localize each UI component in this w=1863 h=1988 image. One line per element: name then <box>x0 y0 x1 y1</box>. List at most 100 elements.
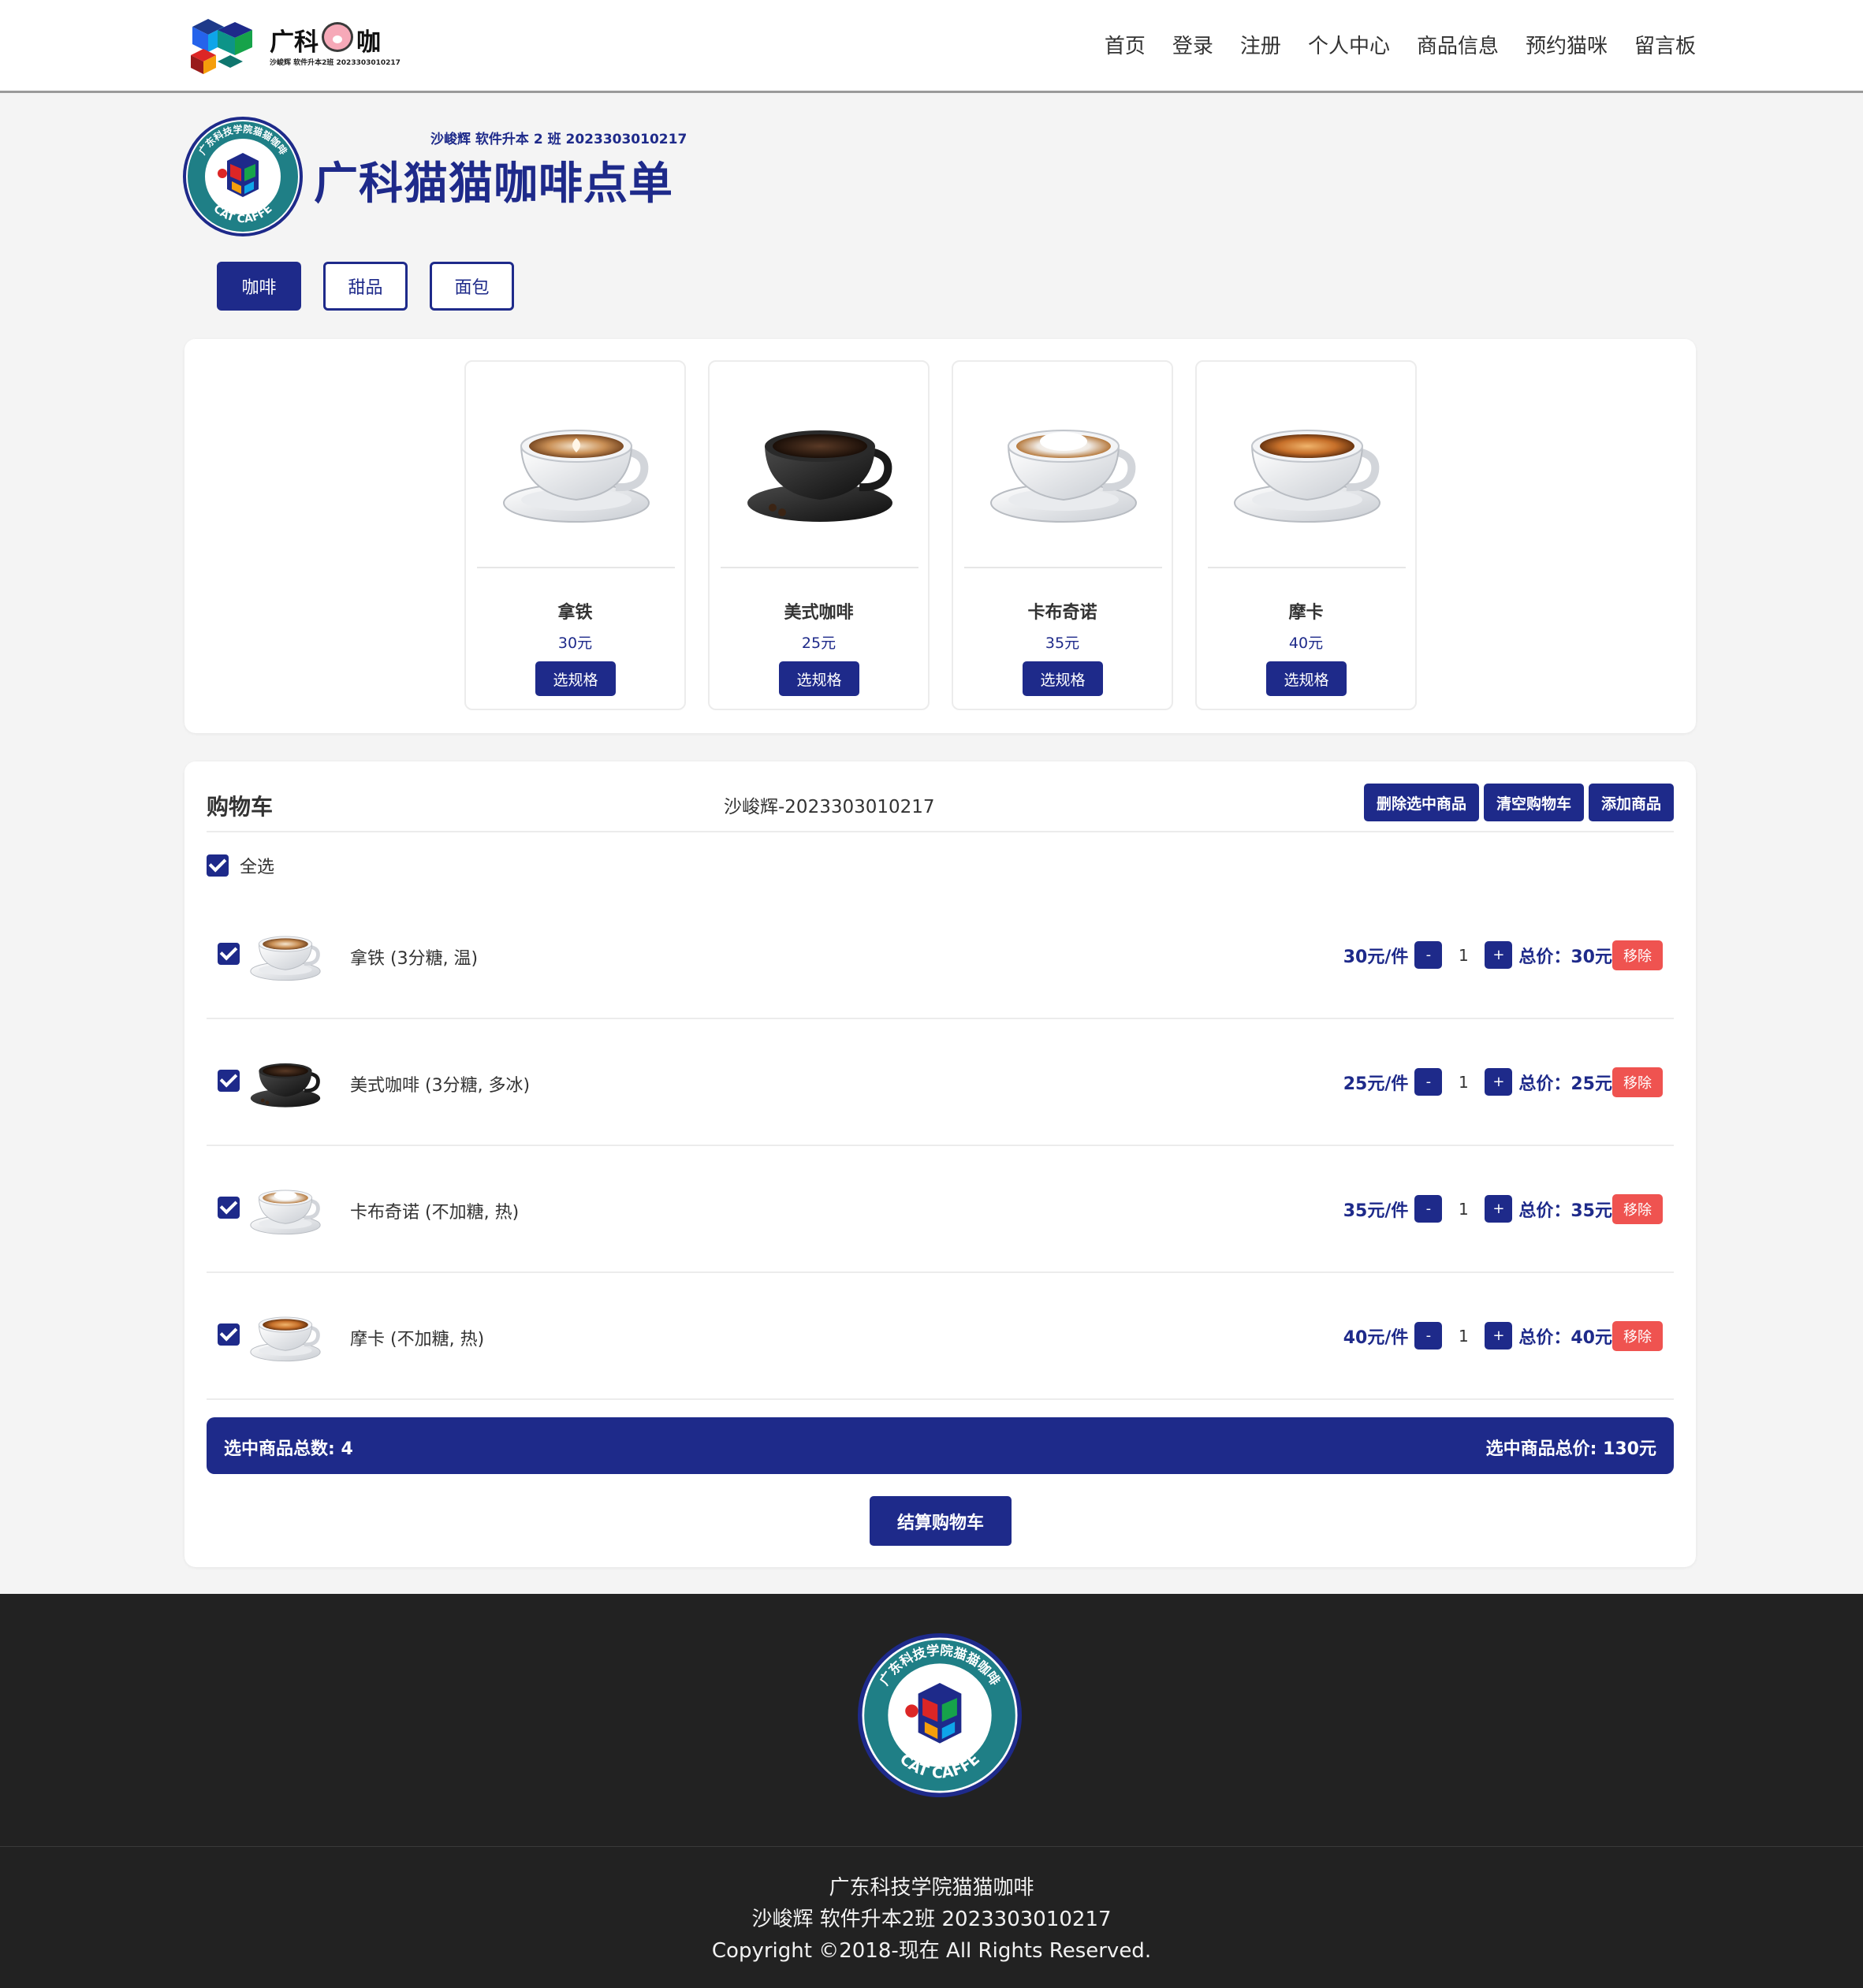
cart-item-thumbnail <box>248 1051 323 1114</box>
cart-item-thumbnail <box>248 1305 323 1368</box>
add-product-button[interactable]: 添加商品 <box>1588 784 1674 821</box>
cart-item-controls: 30元/件 - 1 + 总价：30元 移除 <box>1343 940 1663 970</box>
footer-author: 沙峻辉 软件升本2班 2023303010217 <box>751 1908 1112 1931</box>
tab-coffee[interactable]: 咖啡 <box>217 262 301 311</box>
cart-item-controls: 40元/件 - 1 + 总价：40元 移除 <box>1343 1320 1663 1351</box>
product-name: 摩卡 <box>1288 603 1324 623</box>
cart-item-name: 摩卡 (不加糖, 热) <box>350 1329 485 1350</box>
product-price: 40元 <box>1288 635 1324 652</box>
checkout-button[interactable]: 结算购物车 <box>870 1496 1012 1546</box>
increase-qty-button[interactable]: + <box>1485 1195 1513 1223</box>
shopping-cart-panel: 购物车 沙峻辉-2023303010217 删除选中商品 清空购物车 添加商品 … <box>184 761 1696 1567</box>
decrease-qty-button[interactable]: - <box>1414 941 1443 969</box>
cappuccino-cup-icon <box>248 1182 323 1236</box>
select-spec-button[interactable]: 选规格 <box>779 661 859 696</box>
brand-name: 广科 <box>270 28 319 57</box>
nav-products[interactable]: 商品信息 <box>1417 30 1499 59</box>
nav-menu: 首页 登录 注册 个人中心 商品信息 预约猫咪 留言板 <box>1105 30 1696 59</box>
top-navbar: 广科 咖 沙峻辉 软件升本2班 2023303010217 首页 登录 注册 个… <box>0 0 1863 93</box>
page-subtitle: 沙峻辉 软件升本 2 班 2023303010217 <box>430 132 687 147</box>
product-price: 25元 <box>801 635 836 652</box>
tab-dessert[interactable]: 甜品 <box>323 262 408 311</box>
latte-cup-icon <box>248 929 323 982</box>
selected-count: 选中商品总数: 4 <box>224 1439 353 1459</box>
brand-logo[interactable]: 广科 咖 沙峻辉 软件升本2班 2023303010217 <box>184 16 401 76</box>
select-spec-button[interactable]: 选规格 <box>1023 661 1103 696</box>
cart-item-row: 美式咖啡 (3分糖, 多冰) 25元/件 - 1 + 总价：25元 移除 <box>207 1019 1674 1146</box>
item-total: 总价：35元 <box>1518 1201 1612 1221</box>
cart-title: 购物车 <box>207 794 274 820</box>
footer-divider <box>0 1846 1863 1847</box>
delete-selected-button[interactable]: 删除选中商品 <box>1363 784 1479 821</box>
nav-home[interactable]: 首页 <box>1105 30 1146 59</box>
category-tabs: 咖啡 甜品 面包 <box>217 262 514 311</box>
cart-item-row: 拿铁 (3分糖, 温) 30元/件 - 1 + 总价：30元 移除 <box>207 892 1674 1019</box>
cart-item-row: 卡布奇诺 (不加糖, 热) 35元/件 - 1 + 总价：35元 移除 <box>207 1146 1674 1273</box>
remove-item-button[interactable]: 移除 <box>1612 1193 1663 1224</box>
brand-subtitle: 沙峻辉 软件升本2班 2023303010217 <box>270 59 401 67</box>
nav-profile[interactable]: 个人中心 <box>1308 30 1390 59</box>
product-list-panel: 拿铁 30元 选规格 美式咖啡 25元 选规格 卡布奇诺 35元 选规格 摩卡 … <box>184 339 1696 733</box>
item-checkbox[interactable] <box>218 1069 240 1092</box>
nav-login[interactable]: 登录 <box>1172 30 1213 59</box>
increase-qty-button[interactable]: + <box>1485 941 1513 969</box>
product-card: 拿铁 30元 选规格 <box>464 360 686 710</box>
decrease-qty-button[interactable]: - <box>1414 1195 1443 1223</box>
item-total: 总价：25元 <box>1518 1074 1612 1094</box>
nav-message-board[interactable]: 留言板 <box>1634 30 1696 59</box>
product-image <box>964 373 1162 568</box>
item-checkbox[interactable] <box>218 1196 240 1219</box>
footer-badge-logo: 广东科技学院猫猫咖啡 CAT CAFFE <box>858 1633 1022 1797</box>
unit-price: 25元/件 <box>1343 1074 1409 1094</box>
clear-cart-button[interactable]: 清空购物车 <box>1483 784 1584 821</box>
remove-item-button[interactable]: 移除 <box>1612 1320 1663 1351</box>
unit-price: 35元/件 <box>1343 1201 1409 1221</box>
nav-register[interactable]: 注册 <box>1240 30 1281 59</box>
item-checkbox[interactable] <box>218 942 240 965</box>
footer: 广东科技学院猫猫咖啡 CAT CAFFE 广东科技学院猫猫咖啡 沙峻辉 软件升本… <box>0 1594 1863 1988</box>
product-card: 摩卡 40元 选规格 <box>1195 360 1417 710</box>
select-all-checkbox[interactable] <box>207 854 229 877</box>
cart-item-controls: 25元/件 - 1 + 总价：25元 移除 <box>1343 1067 1663 1097</box>
decrease-qty-button[interactable]: - <box>1414 1068 1443 1096</box>
latte-cup-icon <box>497 415 655 525</box>
product-card: 卡布奇诺 35元 选规格 <box>952 360 1173 710</box>
cart-actions: 删除选中商品 清空购物车 添加商品 <box>1363 784 1674 821</box>
cart-item-thumbnail <box>248 1178 323 1241</box>
quantity-value: 1 <box>1459 1199 1469 1219</box>
paw-icon <box>322 22 353 52</box>
select-spec-button[interactable]: 选规格 <box>1266 661 1347 696</box>
cart-item-controls: 35元/件 - 1 + 总价：35元 移除 <box>1343 1193 1663 1224</box>
item-checkbox[interactable] <box>218 1323 240 1346</box>
cart-item-name: 拿铁 (3分糖, 温) <box>350 948 479 969</box>
select-spec-button[interactable]: 选规格 <box>535 661 616 696</box>
divider <box>207 831 1674 832</box>
product-price: 30元 <box>557 635 593 652</box>
remove-item-button[interactable]: 移除 <box>1612 940 1663 970</box>
page-title: 广科猫猫咖啡点单 <box>314 158 673 210</box>
item-total: 总价：40元 <box>1518 1327 1612 1348</box>
cart-item-row: 摩卡 (不加糖, 热) 40元/件 - 1 + 总价：40元 移除 <box>207 1273 1674 1400</box>
selected-total-price: 选中商品总价: 130元 <box>1485 1439 1656 1459</box>
americano-cup-icon <box>741 415 899 525</box>
footer-copyright: Copyright ©2018-现在 All Rights Reserved. <box>711 1939 1152 1963</box>
cat-caffe-badge-logo: 广东科技学院猫猫咖啡 CAT CAFFE <box>183 117 303 236</box>
unit-price: 30元/件 <box>1343 947 1409 967</box>
remove-item-button[interactable]: 移除 <box>1612 1067 1663 1097</box>
increase-qty-button[interactable]: + <box>1485 1068 1513 1096</box>
nav-book-cat[interactable]: 预约猫咪 <box>1526 30 1608 59</box>
mocha-cup-icon <box>248 1309 323 1363</box>
product-image <box>1208 373 1406 568</box>
decrease-qty-button[interactable]: - <box>1414 1322 1443 1350</box>
cube-logo-icon <box>191 19 252 74</box>
cart-owner: 沙峻辉-2023303010217 <box>724 797 935 817</box>
product-name: 卡布奇诺 <box>1027 603 1097 623</box>
quantity-value: 1 <box>1459 945 1469 965</box>
increase-qty-button[interactable]: + <box>1485 1322 1513 1350</box>
product-image <box>477 373 675 568</box>
product-image <box>721 373 918 568</box>
product-price: 35元 <box>1045 635 1080 652</box>
brand-name-suffix: 咖 <box>356 28 381 57</box>
cart-item-thumbnail <box>248 924 323 987</box>
tab-bread[interactable]: 面包 <box>430 262 514 311</box>
